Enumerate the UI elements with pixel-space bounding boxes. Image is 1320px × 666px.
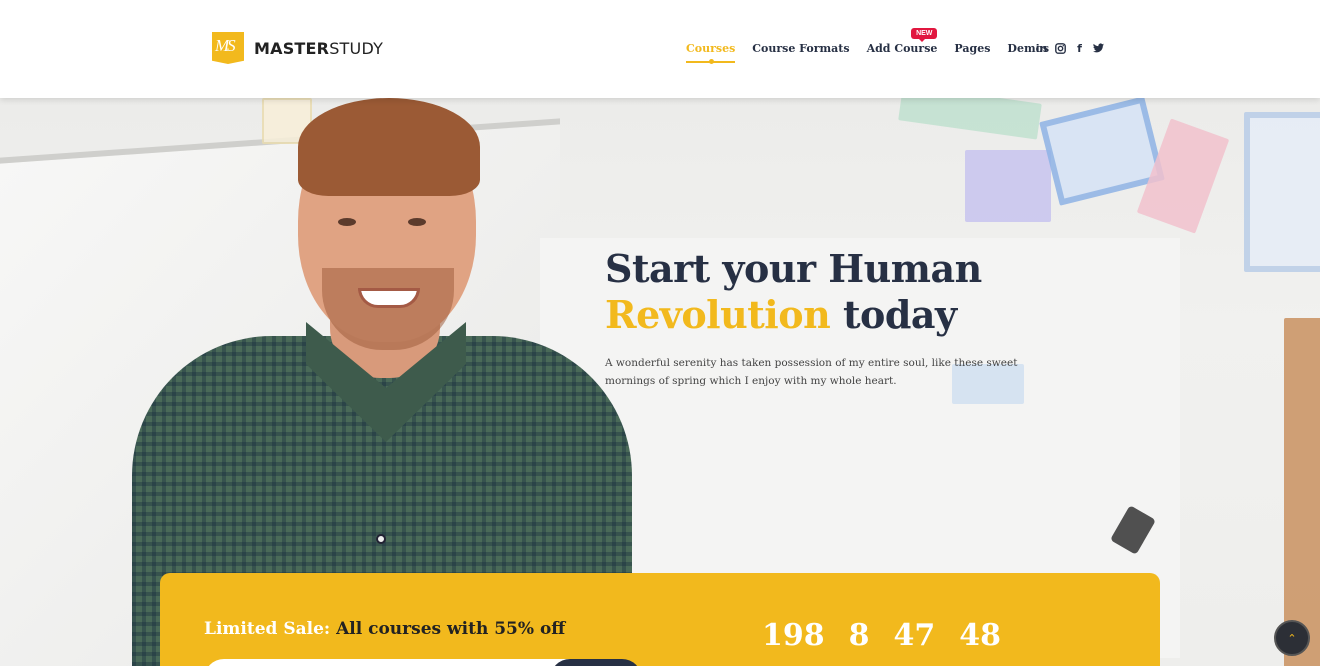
- site-header: MS MASTERSTUDY Courses Course Formats Ad…: [0, 0, 1320, 98]
- countdown-seconds: 48: [959, 618, 1001, 653]
- brand-name: MASTERSTUDY: [254, 38, 384, 58]
- instagram-icon[interactable]: [1055, 42, 1066, 54]
- nav-item-label: Add Course: [866, 42, 938, 55]
- sale-submit-button[interactable]: [550, 659, 642, 666]
- countdown-days: 198: [762, 618, 825, 653]
- main-nav: Courses Course Formats Add Course NEW Pa…: [686, 28, 1049, 64]
- wall-decoration: [1284, 318, 1320, 666]
- logo[interactable]: MS MASTERSTUDY: [212, 32, 383, 64]
- countdown-hours: 8: [848, 618, 870, 653]
- wall-decoration: [965, 150, 1051, 222]
- chevron-up-icon: ⌃: [1287, 631, 1297, 645]
- social-links: in f: [1036, 42, 1104, 55]
- sale-email-input[interactable]: [204, 659, 604, 666]
- wall-decoration: [898, 98, 1042, 140]
- nav-item-pages[interactable]: Pages: [954, 42, 990, 55]
- nav-item-course-formats[interactable]: Course Formats: [752, 42, 849, 55]
- countdown-minutes: 47: [893, 618, 936, 653]
- logo-icon: MS: [212, 32, 244, 64]
- linkedin-icon[interactable]: in: [1036, 42, 1048, 55]
- hero-title-accent: Revolution: [605, 292, 831, 337]
- nav-item-courses[interactable]: Courses: [686, 42, 736, 64]
- sale-headline: Limited Sale: All courses with 55% off: [204, 619, 566, 639]
- facebook-icon[interactable]: f: [1074, 42, 1085, 55]
- hero-title: Start your Human Revolution today: [605, 246, 982, 337]
- hero-description: A wonderful serenity has taken possessio…: [605, 357, 1018, 387]
- nav-item-add-course[interactable]: Add Course NEW: [866, 28, 938, 55]
- back-to-top-button[interactable]: ⌃: [1274, 620, 1310, 656]
- sale-countdown: 198 8 47 48: [762, 619, 1001, 653]
- wall-decoration: [1244, 112, 1320, 272]
- twitter-icon[interactable]: [1093, 42, 1104, 54]
- new-badge: NEW: [911, 28, 938, 42]
- limited-sale-panel: Limited Sale: All courses with 55% off 1…: [160, 573, 1160, 666]
